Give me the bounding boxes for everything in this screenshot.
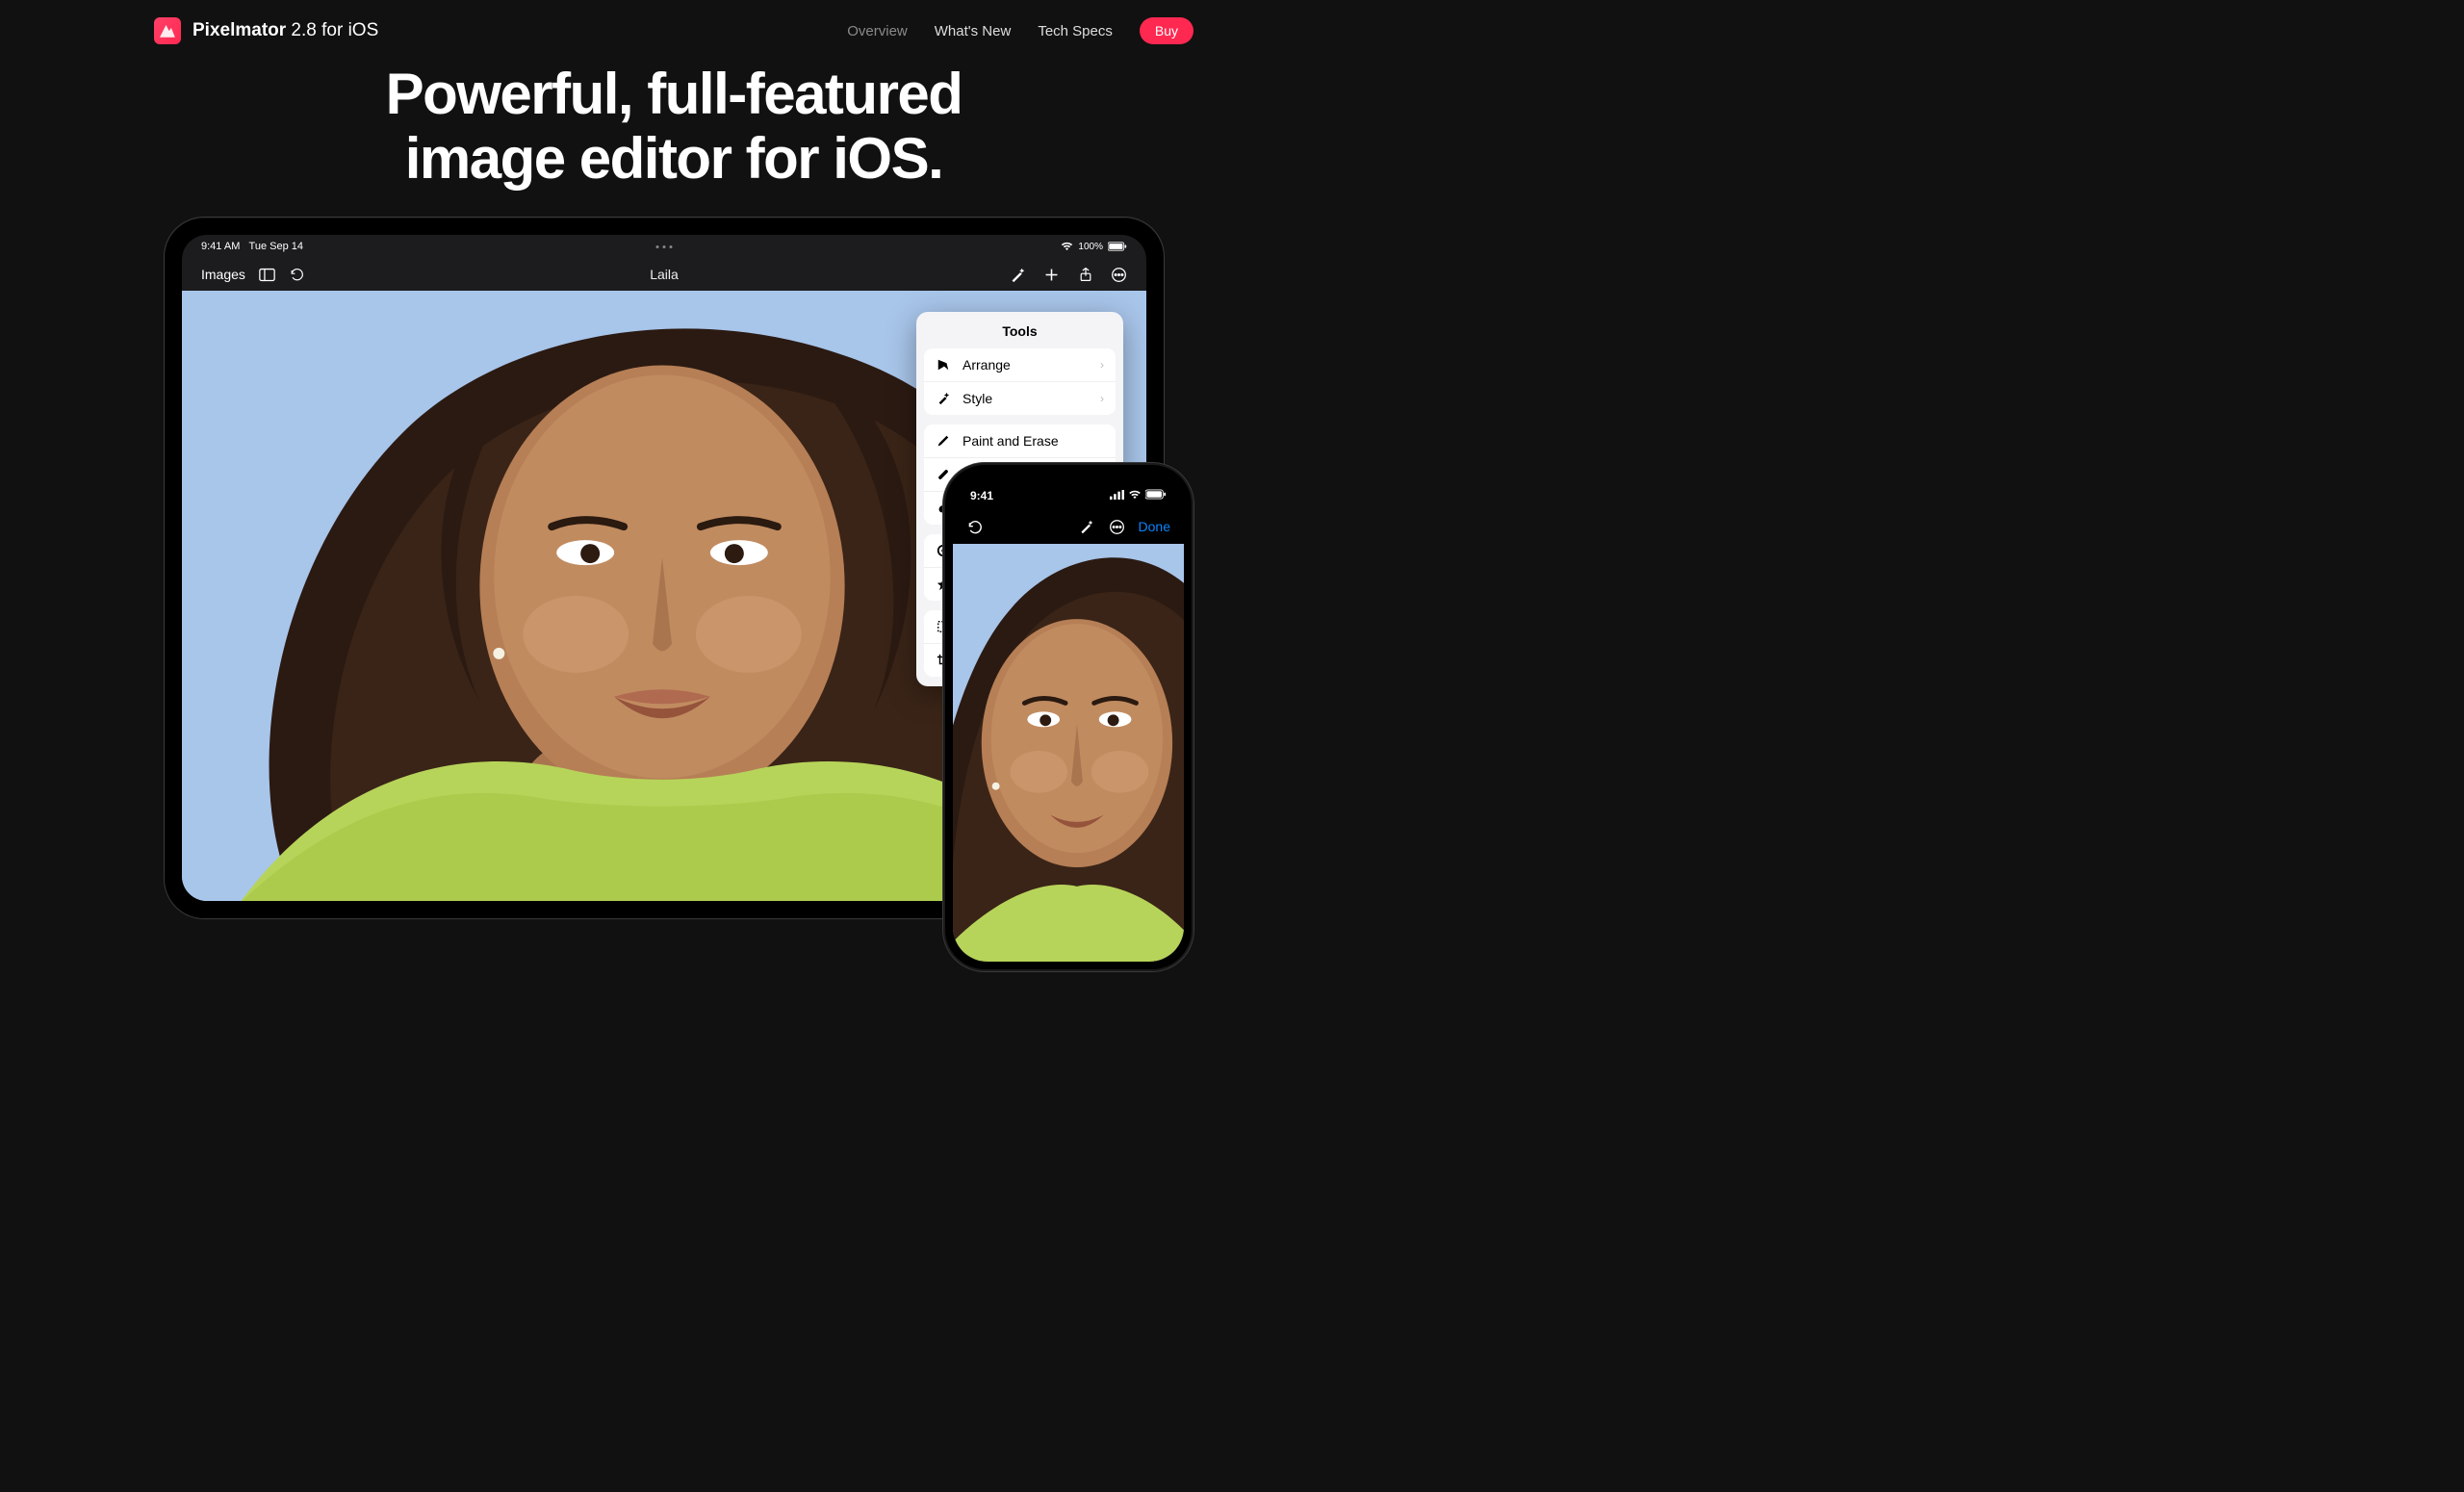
wifi-icon — [1128, 489, 1142, 502]
ipad-battery-percent: 100% — [1078, 242, 1103, 252]
brand-text: Pixelmator 2.8 for iOS — [192, 20, 378, 41]
magic-wand-icon[interactable] — [1010, 267, 1026, 283]
cellular-icon — [1110, 489, 1124, 502]
site-header: Pixelmator 2.8 for iOS Overview What's N… — [0, 0, 1348, 62]
document-title: Laila — [650, 267, 679, 282]
nav: Overview What's New Tech Specs Buy — [847, 17, 1194, 44]
magic-wand-icon[interactable] — [1079, 519, 1095, 535]
undo-icon[interactable] — [966, 519, 983, 535]
iphone-toolbar: Done — [953, 509, 1184, 544]
app-icon — [154, 17, 181, 44]
images-label[interactable]: Images — [201, 267, 245, 282]
iphone-canvas[interactable] — [953, 544, 1184, 962]
iphone-time: 9:41 — [970, 489, 993, 502]
arrange-icon — [936, 357, 951, 373]
sidebar-toggle-icon[interactable] — [259, 267, 275, 283]
tool-arrange[interactable]: Arrange › — [924, 348, 1116, 382]
tool-label: Paint and Erase — [962, 433, 1059, 449]
iphone-device: 9:41 — [942, 462, 1194, 972]
iphone-screen: 9:41 — [953, 473, 1184, 962]
chevron-right-icon: › — [1100, 358, 1104, 372]
done-button[interactable]: Done — [1139, 519, 1170, 534]
wifi-icon — [1061, 242, 1073, 251]
ipad-status-right: 100% — [1061, 242, 1127, 252]
hero-heading: Powerful, full-featured image editor for… — [0, 62, 1348, 191]
style-icon — [936, 391, 951, 406]
nav-whats-new[interactable]: What's New — [935, 23, 1012, 39]
chevron-right-icon: › — [1100, 392, 1104, 405]
portrait-image — [953, 544, 1184, 962]
add-icon[interactable] — [1043, 267, 1060, 283]
share-icon[interactable] — [1077, 267, 1093, 283]
buy-button[interactable]: Buy — [1140, 17, 1194, 44]
battery-icon — [1108, 242, 1127, 251]
ipad-status-bar: 9:41 AM Tue Sep 14 100% — [182, 235, 1146, 258]
brand[interactable]: Pixelmator 2.8 for iOS — [154, 17, 378, 44]
tool-label: Style — [962, 391, 992, 406]
multitask-dots-icon[interactable] — [656, 245, 673, 248]
tool-style[interactable]: Style › — [924, 382, 1116, 415]
nav-overview[interactable]: Overview — [847, 23, 908, 39]
ipad-status-left: 9:41 AM Tue Sep 14 — [201, 241, 303, 252]
more-icon[interactable] — [1109, 519, 1125, 535]
nav-tech-specs[interactable]: Tech Specs — [1038, 23, 1113, 39]
tools-title: Tools — [916, 312, 1123, 348]
iphone-status-bar: 9:41 — [953, 473, 1184, 509]
ipad-time: 9:41 AM — [201, 241, 240, 252]
tool-paint-erase[interactable]: Paint and Erase — [924, 424, 1116, 458]
brush-icon — [936, 433, 951, 449]
undo-icon[interactable] — [289, 267, 305, 283]
more-icon[interactable] — [1111, 267, 1127, 283]
tool-label: Arrange — [962, 357, 1011, 373]
battery-icon — [1145, 489, 1167, 502]
ipad-date: Tue Sep 14 — [249, 241, 303, 252]
ipad-toolbar: Images Laila — [182, 258, 1146, 291]
